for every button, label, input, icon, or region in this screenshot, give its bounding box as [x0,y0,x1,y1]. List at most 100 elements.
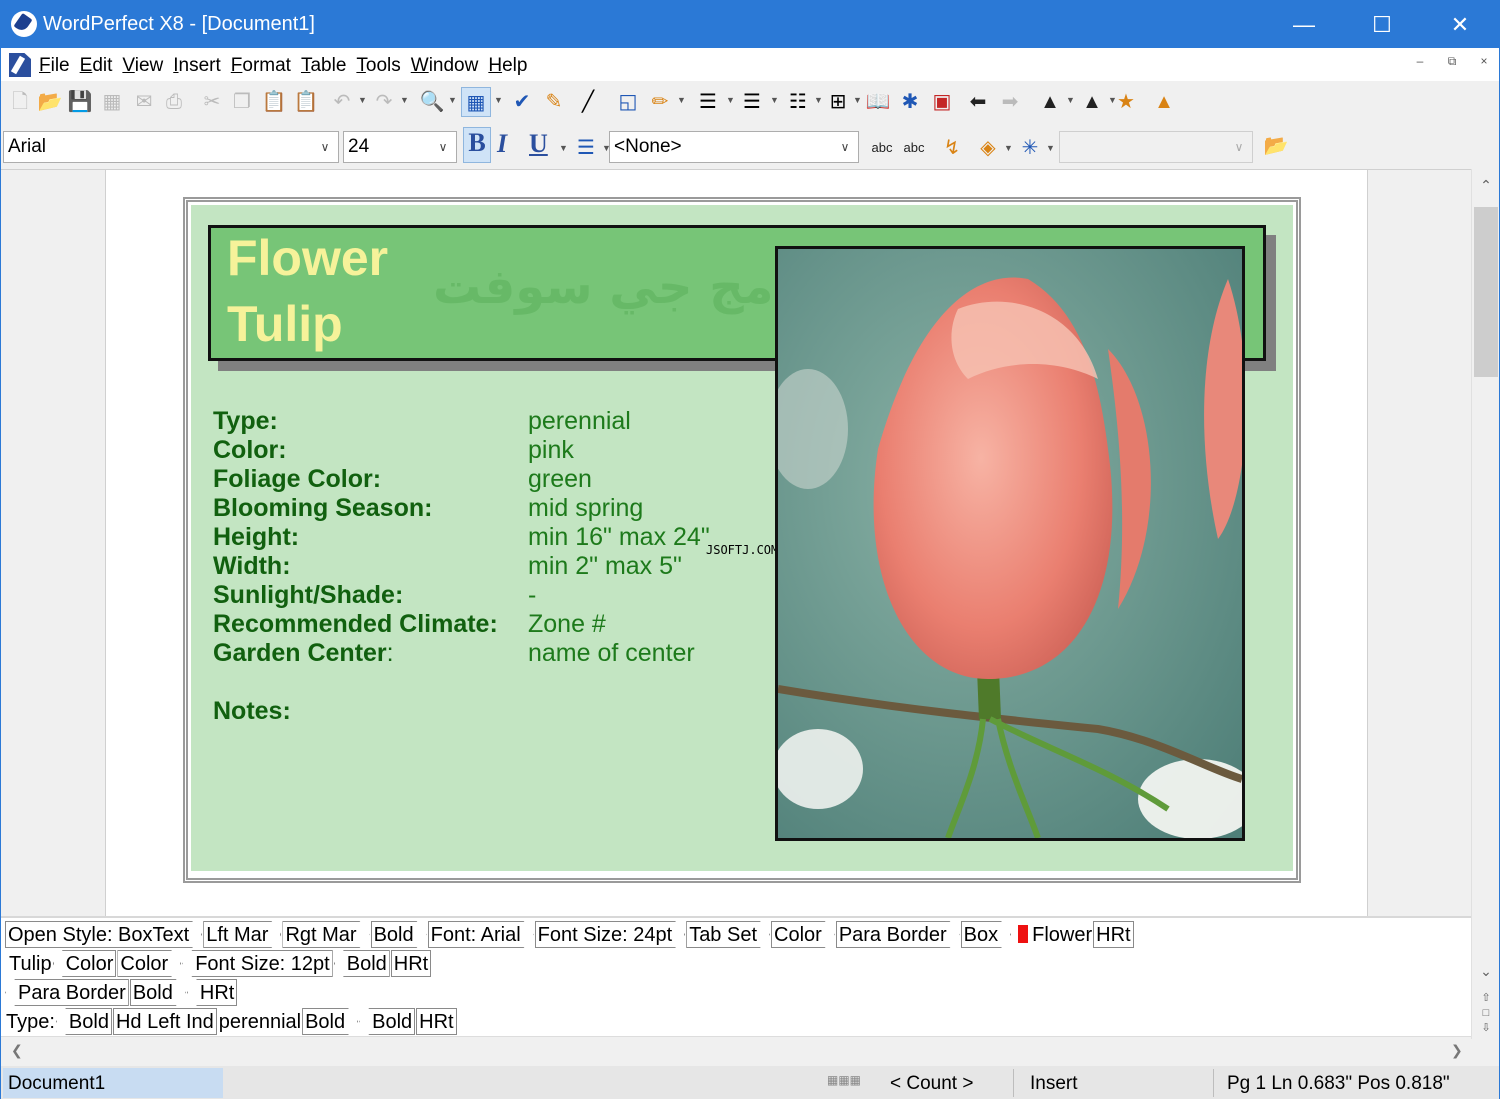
redo-dropdown-icon[interactable]: ▼ [400,95,409,105]
minimize-button[interactable]: — [1265,1,1343,48]
code-box[interactable]: Box [961,921,1011,948]
outline-icon[interactable]: ↯ [937,133,967,163]
italic-button[interactable]: I [497,129,507,159]
menu-help[interactable]: Help [488,55,527,77]
style-combo[interactable]: <None> ∨ [609,131,859,163]
copy-icon[interactable]: ❐ [227,87,257,117]
maximize-button[interactable]: ☐ [1343,1,1421,48]
code-bold[interactable]: Bold [333,950,390,977]
menu-format[interactable]: Format [231,55,291,77]
menu-edit[interactable]: Edit [80,55,113,77]
code-bold[interactable]: Bold [359,1008,416,1035]
code-hd-left-ind[interactable]: Hd Left Ind [112,1008,217,1035]
chevron-down-icon[interactable]: ∨ [312,132,338,162]
text-type[interactable]: Type: [5,1009,56,1036]
doc-minimize-icon[interactable]: – [1409,54,1431,68]
forward-icon[interactable]: ➡ [995,87,1025,117]
horizontal-scrollbar[interactable]: ❮ ❯ [1,1036,1471,1066]
code-bold[interactable]: Bold [302,1008,358,1035]
paste-special-icon[interactable]: 📋 [291,87,321,117]
open-folder-icon[interactable]: 📂 [1261,131,1291,161]
shape-dropdown-icon[interactable]: ▼ [1066,95,1075,105]
text-box-icon[interactable]: ◱ [613,87,643,117]
symbol-icon[interactable]: ✱ [895,87,925,117]
menu-table[interactable]: Table [301,55,346,77]
text-tulip[interactable]: Tulip [5,951,53,978]
view-dropdown-icon[interactable]: ▼ [494,95,503,105]
chevron-down-icon[interactable]: ∨ [430,132,456,162]
code-font-size[interactable]: Font Size: 24pt [535,921,686,948]
quickformat-icon[interactable]: ✳ [1015,133,1045,163]
save-icon[interactable]: 💾 [65,87,95,117]
numbering-icon[interactable]: ☰ [693,87,723,117]
word-count[interactable]: < Count > [890,1073,973,1095]
scroll-down-icon[interactable]: ⌄ [1472,963,1500,980]
code-color-end[interactable]: Color [117,950,181,977]
code-tab-set[interactable]: Tab Set [686,921,770,948]
scroll-right-icon[interactable]: ❯ [1451,1042,1463,1059]
tulip-photo[interactable] [775,246,1245,841]
bullets-dropdown-icon[interactable]: ▼ [770,95,779,105]
table-icon[interactable]: ⊞ [823,87,853,117]
reveal-codes-pane[interactable]: Open Style: BoxText Lft Mar Rgt Mar Bold Fon… [1,916,1471,1036]
code-bold[interactable]: Bold [55,1008,112,1035]
back-icon[interactable]: ⬅ [963,87,993,117]
code-para-border[interactable]: Para Border [5,979,129,1006]
code-font-size-12[interactable]: Font Size: 12pt [182,950,333,977]
cut-icon[interactable]: ✂ [197,87,227,117]
prev-page-icon[interactable]: ⇧ [1472,991,1500,1004]
menu-tools[interactable]: Tools [356,55,400,77]
code-para-border[interactable]: Para Border [836,921,960,948]
highlight-icon[interactable]: ✏ [645,87,675,117]
quickformat-dropdown-icon[interactable]: ▼ [1046,143,1055,153]
spell-check-icon[interactable]: ✔ [507,87,537,117]
bullets-icon[interactable]: ☰ [737,87,767,117]
underline-dropdown-icon[interactable]: ▼ [559,143,568,153]
new-document-icon[interactable]: 🗋 [5,87,35,117]
menu-file[interactable]: File [39,55,70,77]
publish-pdf-icon[interactable]: ▦ [97,87,127,117]
justification-icon[interactable]: ☰ [571,133,601,163]
table-dropdown-icon[interactable]: ▼ [853,95,862,105]
text-perennial[interactable]: perennial [218,1009,302,1036]
star-icon[interactable]: ★ [1111,87,1141,117]
code-hard-return[interactable]: HRt [1093,921,1134,948]
line-tool-icon[interactable]: ╱ [573,87,603,117]
doc-close-icon[interactable]: × [1473,54,1495,68]
menu-insert[interactable]: Insert [173,55,221,77]
wordperfect-app-icon[interactable] [11,11,37,37]
menu-window[interactable]: Window [411,55,479,77]
font-name-combo[interactable]: Arial ∨ [3,131,339,163]
numbering-dropdown-icon[interactable]: ▼ [726,95,735,105]
code-hard-return[interactable]: HRt [390,950,432,977]
font-color-dropdown-icon[interactable]: ▼ [1004,143,1013,153]
code-hard-return[interactable]: HRt [416,1008,457,1035]
code-color-start[interactable]: Color [52,950,117,977]
code-color[interactable]: Color [771,921,835,948]
zoom-dropdown-icon[interactable]: ▼ [448,95,457,105]
draw-icon[interactable]: ✎ [539,87,569,117]
page-view-icon[interactable]: ▦ [461,87,491,117]
bold-button[interactable]: B [463,127,491,163]
code-font[interactable]: Font: Arial [428,921,534,948]
zoom-icon[interactable]: 🔍 [417,87,447,117]
code-left-margin[interactable]: Lft Mar [203,921,281,948]
increase-spacing-icon[interactable]: abc [899,133,929,163]
print-icon[interactable]: ⎙ [159,87,189,117]
open-icon[interactable]: 📂 [35,87,65,117]
vertical-scrollbar[interactable]: ⌃ ⌄ ⇧ □ ⇩ [1471,169,1499,1039]
columns-icon[interactable]: ☷ [783,87,813,117]
next-page-icon[interactable]: ⇩ [1472,1021,1500,1034]
code-bold[interactable]: Bold [130,979,186,1006]
redo-icon[interactable]: ↷ [369,87,399,117]
font-color-icon[interactable]: ◈ [973,133,1003,163]
decrease-spacing-icon[interactable]: abc [867,133,897,163]
document-tab[interactable]: Document1 [3,1068,223,1098]
columns-dropdown-icon[interactable]: ▼ [814,95,823,105]
document-icon[interactable] [9,53,31,77]
menu-view[interactable]: View [122,55,163,77]
undo-dropdown-icon[interactable]: ▼ [358,95,367,105]
code-right-margin[interactable]: Rgt Mar [282,921,369,948]
scroll-left-icon[interactable]: ❮ [11,1042,23,1059]
gauge-icon[interactable]: ▲ [1149,87,1179,117]
